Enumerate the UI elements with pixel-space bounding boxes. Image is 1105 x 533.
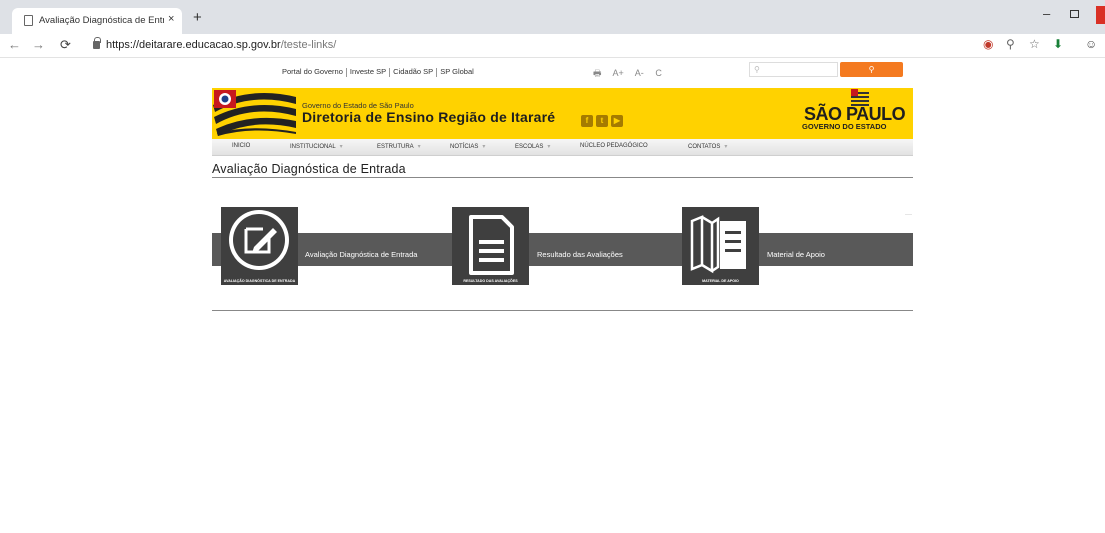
facebook-icon[interactable]: f	[581, 115, 593, 127]
window-corner-badge	[1096, 6, 1105, 24]
font-increase-button[interactable]: A+	[613, 68, 624, 78]
star-icon[interactable]: ☆	[1029, 37, 1040, 51]
forward-button[interactable]: →	[32, 37, 45, 52]
menu-item-institucional[interactable]: INSTITUCIONAL ▾	[290, 143, 343, 150]
sp-flag-icon	[212, 88, 298, 139]
util-link-spglobal[interactable]: SP Global	[440, 67, 474, 76]
search-input[interactable]: ⚲	[749, 62, 838, 77]
pencil-note-icon	[229, 210, 289, 270]
close-tab-icon[interactable]: ×	[168, 13, 174, 25]
header-banner: Governo do Estado de São Paulo Diretoria…	[212, 88, 913, 139]
document-icon	[469, 215, 514, 275]
print-icon[interactable]: 🖶	[593, 68, 602, 78]
site-title[interactable]: Diretoria de Ensino Região de Itararé	[302, 109, 555, 125]
link-resultado[interactable]: Resultado das Avaliações	[537, 250, 623, 259]
minimize-button[interactable]: –	[1043, 6, 1050, 21]
util-link-portal[interactable]: Portal do Governo	[282, 67, 343, 76]
menu-item-inicio[interactable]: INICIO	[232, 143, 250, 149]
accessibility-tools: 🖶 A+ A- C	[593, 66, 671, 82]
lock-icon[interactable]	[93, 37, 101, 49]
chevron-down-icon: ▾	[339, 144, 343, 150]
zoom-icon[interactable]: ⚲	[1006, 37, 1015, 51]
util-link-cidadao[interactable]: Cidadão SP	[393, 67, 433, 76]
shield-icon[interactable]: ◉	[983, 37, 993, 51]
font-decrease-button[interactable]: A-	[635, 68, 644, 78]
menu-item-noticias[interactable]: NOTÍCIAS ▾	[450, 143, 485, 150]
menu-item-escolas[interactable]: ESCOLAS ▾	[515, 143, 550, 150]
material-caption: MATERIAL DE APOIO	[702, 279, 739, 283]
browser-tab[interactable]: Avaliação Diagnóstica de Entrada ×	[12, 8, 182, 34]
title-divider	[212, 177, 913, 178]
url-field[interactable]: https://deitarare.educacao.sp.gov.br/tes…	[106, 39, 336, 51]
resultado-thumbnail[interactable]: RESULTADO DAS AVALIAÇÕES	[452, 207, 529, 285]
search-button[interactable]: ⚲	[840, 62, 903, 77]
profile-icon[interactable]: ☺	[1085, 37, 1097, 51]
menu-item-nucleo-pedagogico[interactable]: NÚCLEO PEDAGÓGICO	[580, 143, 648, 149]
contrast-button[interactable]: C	[655, 68, 662, 78]
open-book-icon	[690, 215, 746, 274]
chevron-down-icon: ▾	[482, 144, 486, 150]
download-icon[interactable]: ⬇	[1053, 37, 1063, 51]
divider	[905, 214, 912, 215]
utility-bar: Portal do Governo Investe SP Cidadão SP SP …	[0, 58, 1105, 86]
browser-tab-strip: Avaliação Diagnóstica de Entrada × + –	[0, 0, 1105, 34]
link-avaliacao[interactable]: Avaliação Diagnóstica de Entrada	[305, 250, 417, 259]
address-bar-row: ← → ⟳ https://deitarare.educacao.sp.gov.…	[0, 34, 1105, 58]
menu-item-estrutura[interactable]: ESTRUTURA ▾	[377, 143, 421, 150]
page-icon	[24, 15, 33, 26]
restore-button[interactable]	[1070, 10, 1079, 18]
youtube-icon[interactable]: ▶	[611, 115, 623, 127]
url-host: https://deitarare.educacao.sp.gov.br	[106, 39, 281, 51]
social-links: f t ▶	[581, 110, 626, 128]
avaliacao-thumbnail[interactable]: AVALIAÇÃO DIAGNÓSTICA DE ENTRADA	[221, 207, 298, 285]
twitter-icon[interactable]: t	[596, 115, 608, 127]
link-material[interactable]: Material de Apoio	[767, 250, 825, 259]
tab-title: Avaliação Diagnóstica de Entrada	[39, 15, 164, 26]
back-button[interactable]: ←	[8, 37, 21, 52]
main-menu: INICIO INSTITUCIONAL ▾ ESTRUTURA ▾ NOTÍCIA…	[212, 139, 913, 156]
chevron-down-icon: ▾	[547, 144, 551, 150]
chevron-down-icon: ▾	[417, 144, 421, 150]
chevron-down-icon: ▾	[724, 144, 728, 150]
material-thumbnail[interactable]: MATERIAL DE APOIO	[682, 207, 759, 285]
bottom-divider	[212, 310, 913, 311]
resultado-caption: RESULTADO DAS AVALIAÇÕES	[463, 279, 518, 283]
reload-button[interactable]: ⟳	[60, 37, 71, 53]
menu-item-contatos[interactable]: CONTATOS ▾	[688, 143, 727, 150]
utility-links: Portal do Governo Investe SP Cidadão SP SP …	[282, 67, 474, 77]
sp-logo-subtitle: GOVERNO DO ESTADO	[802, 122, 887, 131]
avaliacao-caption: AVALIAÇÃO DIAGNÓSTICA DE ENTRADA	[223, 279, 296, 283]
util-link-investe[interactable]: Investe SP	[350, 67, 386, 76]
url-path: /teste-links/	[280, 39, 337, 51]
new-tab-button[interactable]: +	[193, 9, 202, 26]
page-title: Avaliação Diagnóstica de Entrada	[212, 162, 406, 176]
